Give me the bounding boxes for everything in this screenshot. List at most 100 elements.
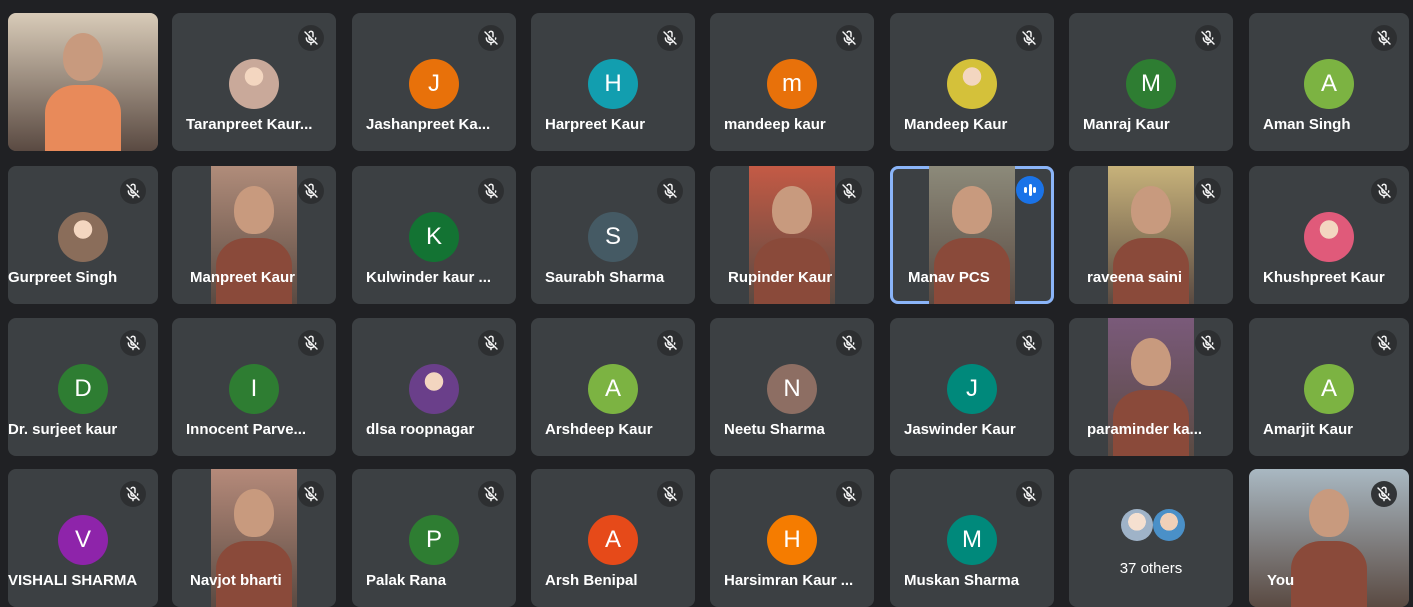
avatar-initial: V [58,515,108,565]
participant-tile[interactable]: paraminder ka... [1069,318,1233,456]
participant-tile[interactable]: A Aman Singh [1249,13,1409,151]
mic-off-icon [836,25,862,51]
mic-off-icon [1195,178,1221,204]
participant-name: Mandeep Kaur [904,116,1008,133]
mic-off-icon [478,25,504,51]
mic-off-icon [657,481,683,507]
participant-name: Manraj Kaur [1083,116,1170,133]
avatar-initial: A [1304,364,1354,414]
video-person [1131,186,1171,234]
avatar-initial: M [1126,59,1176,109]
participant-name: VISHALI SHARMA [8,572,138,589]
mic-off-icon [1371,25,1397,51]
video-person [234,186,274,234]
avatar-initial: I [229,364,279,414]
participant-tile[interactable]: You [1249,469,1409,607]
mic-off-icon [1195,330,1221,356]
participant-tile[interactable]: I Innocent Parve... [172,318,336,456]
participant-name: Jaswinder Kaur [904,421,1016,438]
mic-off-icon [836,330,862,356]
avatar-initial: A [1304,59,1354,109]
participant-tile[interactable]: raveena saini [1069,166,1233,304]
others-avatar [1153,509,1185,541]
participant-name: mandeep kaur [724,116,826,133]
participant-name: Dr. surjeet kaur [8,421,118,438]
participant-name: Arshdeep Kaur [545,421,653,438]
video-person [63,33,103,81]
participant-name: Aman Singh [1263,116,1351,133]
participant-tile[interactable] [8,13,158,151]
avatar-photo [1304,212,1354,262]
mic-off-icon [1371,330,1397,356]
participant-video [8,13,158,151]
participant-tile[interactable]: m mandeep kaur [710,13,874,151]
avatar-initial: S [588,212,638,262]
participant-tile[interactable]: A Arsh Benipal [531,469,695,607]
mic-off-icon [1016,330,1042,356]
participant-tile[interactable]: Rupinder Kaur [710,166,874,304]
participant-name: Amarjit Kaur [1263,421,1354,438]
avatar-initial: K [409,212,459,262]
video-person-body [45,85,121,151]
participant-name: Palak Rana [366,572,447,589]
participant-tile[interactable]: J Jaswinder Kaur [890,318,1054,456]
participant-tile[interactable]: 37 others [1069,469,1233,607]
avatar-photo [947,59,997,109]
mic-off-icon [478,481,504,507]
mic-off-icon [1016,481,1042,507]
participant-tile[interactable]: H Harsimran Kaur ... [710,469,874,607]
participant-tile[interactable]: K Kulwinder kaur ... [352,166,516,304]
avatar-initial: A [588,515,638,565]
avatar-photo [58,212,108,262]
avatar-photo [409,364,459,414]
participant-name: Arsh Benipal [545,572,638,589]
participant-tile[interactable]: H Harpreet Kaur [531,13,695,151]
avatar-initial: D [58,364,108,414]
avatar-initial: J [409,59,459,109]
participant-grid: Taranpreet Kaur... J Jashanpreet Ka... H Har… [0,0,1413,607]
mic-off-icon [836,481,862,507]
participant-name: Manav PCS [908,269,990,286]
avatar-initial: J [947,364,997,414]
participant-tile[interactable]: Gurpreet Singh [8,166,158,304]
participant-tile[interactable]: J Jashanpreet Ka... [352,13,516,151]
participant-tile[interactable]: Navjot bharti [172,469,336,607]
participant-tile[interactable]: Taranpreet Kaur... [172,13,336,151]
participant-name: Khushpreet Kaur [1263,269,1385,286]
mic-off-icon [298,178,324,204]
mic-off-icon [120,481,146,507]
participant-tile[interactable]: M Manraj Kaur [1069,13,1233,151]
avatar-initial: A [588,364,638,414]
participant-tile[interactable]: A Arshdeep Kaur [531,318,695,456]
participant-name: Taranpreet Kaur... [186,116,313,133]
mic-off-icon [1016,25,1042,51]
participant-tile[interactable]: Khushpreet Kaur [1249,166,1409,304]
participant-tile[interactable]: Manpreet Kaur [172,166,336,304]
participant-tile[interactable]: Mandeep Kaur [890,13,1054,151]
mic-off-icon [298,25,324,51]
participant-name: Kulwinder kaur ... [366,269,492,286]
avatar-initial: P [409,515,459,565]
video-person [772,186,812,234]
mic-off-icon [1371,481,1397,507]
avatar-photo [229,59,279,109]
participant-tile[interactable]: N Neetu Sharma [710,318,874,456]
participant-tile[interactable]: P Palak Rana [352,469,516,607]
mic-off-icon [657,25,683,51]
participant-tile[interactable]: D Dr. surjeet kaur [8,318,158,456]
participant-tile[interactable]: M Muskan Sharma [890,469,1054,607]
participant-tile[interactable]: S Saurabh Sharma [531,166,695,304]
mic-off-icon [657,178,683,204]
mic-off-icon [657,330,683,356]
participant-name: You [1267,572,1295,589]
participant-tile[interactable]: A Amarjit Kaur [1249,318,1409,456]
participant-tile[interactable]: Manav PCS [890,166,1054,304]
participant-name: Manpreet Kaur [190,269,296,286]
others-avatar [1121,509,1153,541]
mic-off-icon [120,330,146,356]
participant-name: Navjot bharti [190,572,282,589]
participant-tile[interactable]: V VISHALI SHARMA [8,469,158,607]
participant-tile[interactable]: dlsa roopnagar [352,318,516,456]
participant-name: 37 others [1119,560,1183,577]
mic-off-icon [478,178,504,204]
